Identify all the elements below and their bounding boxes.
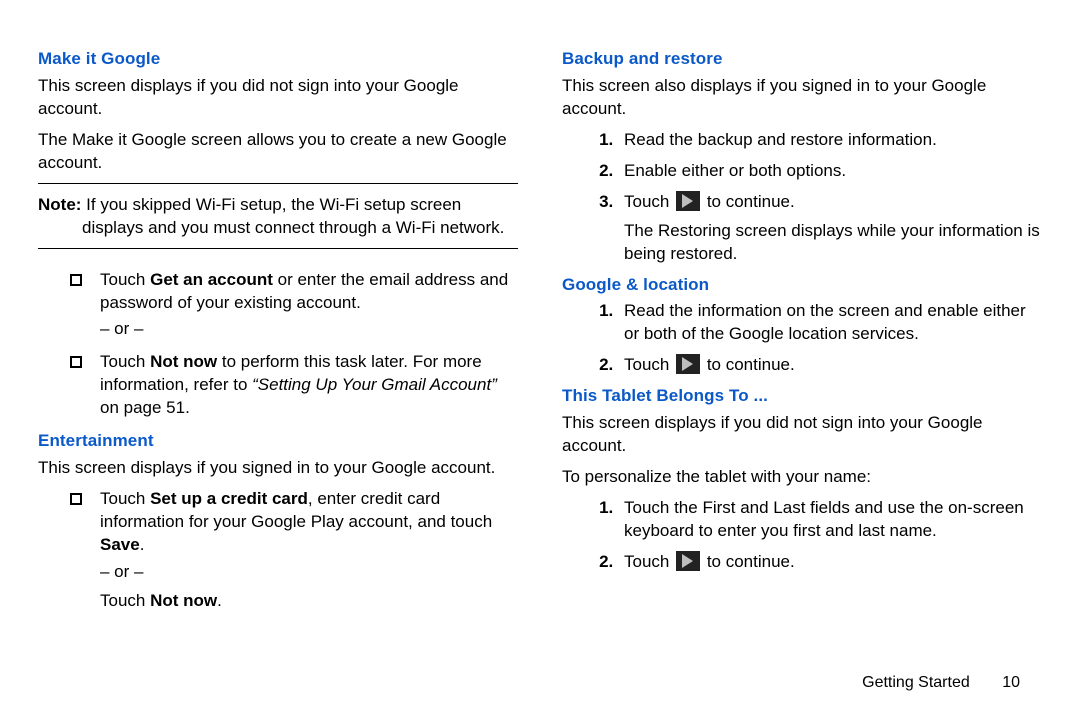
text-run: on page 51.: [100, 398, 190, 417]
numbered-list: Read the information on the screen and e…: [562, 300, 1042, 377]
paragraph-text: The Make it Google screen allows you to …: [38, 129, 518, 175]
list-item: Touch to continue.: [618, 551, 1042, 574]
italic-reference: “Setting Up Your Gmail Account”: [252, 375, 497, 394]
list-item: Touch the First and Last fields and use …: [618, 497, 1042, 543]
list-item: Touch Not now to perform this task later…: [94, 351, 518, 420]
paragraph-text: To personalize the tablet with your name…: [562, 466, 1042, 489]
paragraph-text: This screen displays if you did not sign…: [38, 75, 518, 121]
text-run: .: [217, 591, 222, 610]
note-block: Note: If you skipped Wi-Fi setup, the Wi…: [38, 194, 518, 240]
footer-section-name: Getting Started: [862, 674, 970, 691]
text-run: Touch: [624, 192, 674, 211]
right-column: Backup and restore This screen also disp…: [562, 40, 1042, 668]
text-run: to continue.: [702, 192, 795, 211]
note-label: Note:: [38, 195, 81, 214]
text-run: Touch: [624, 552, 674, 571]
paragraph-text: The Restoring screen displays while your…: [624, 220, 1042, 266]
heading-google-location: Google & location: [562, 274, 1042, 297]
text-run: Touch: [100, 591, 150, 610]
bold-text: Get an account: [150, 270, 273, 289]
list-item: Touch to continue. The Restoring screen …: [618, 191, 1042, 266]
divider: [38, 248, 518, 249]
bullet-list: Touch Set up a credit card, enter credit…: [38, 488, 518, 613]
paragraph-text: This screen displays if you signed in to…: [38, 457, 518, 480]
note-text: displays and you must connect through a …: [82, 217, 518, 240]
text-run: to continue.: [702, 552, 795, 571]
next-arrow-icon: [676, 191, 700, 211]
or-separator: – or –: [100, 318, 518, 341]
bullet-list: Touch Get an account or enter the email …: [38, 269, 518, 421]
list-item: Touch to continue.: [618, 354, 1042, 377]
bold-text: Set up a credit card: [150, 489, 308, 508]
divider: [38, 183, 518, 184]
text-run: to continue.: [702, 355, 795, 374]
heading-backup-restore: Backup and restore: [562, 48, 1042, 71]
note-text: If you skipped Wi-Fi setup, the Wi-Fi se…: [81, 195, 461, 214]
paragraph-text: This screen also displays if you signed …: [562, 75, 1042, 121]
numbered-list: Read the backup and restore information.…: [562, 129, 1042, 266]
bold-text: Not now: [150, 352, 217, 371]
text-run: Touch: [100, 352, 150, 371]
left-column: Make it Google This screen displays if y…: [38, 40, 518, 668]
list-item: Read the backup and restore information.: [618, 129, 1042, 152]
list-item: Read the information on the screen and e…: [618, 300, 1042, 346]
manual-page: Make it Google This screen displays if y…: [0, 0, 1080, 688]
next-arrow-icon: [676, 354, 700, 374]
heading-entertainment: Entertainment: [38, 430, 518, 453]
text-run: .: [140, 535, 145, 554]
list-item: Touch Set up a credit card, enter credit…: [94, 488, 518, 613]
sub-line: Touch Not now.: [100, 590, 518, 613]
heading-make-it-google: Make it Google: [38, 48, 518, 71]
numbered-list: Touch the First and Last fields and use …: [562, 497, 1042, 574]
text-run: Touch: [100, 489, 150, 508]
or-separator: – or –: [100, 561, 518, 584]
next-arrow-icon: [676, 551, 700, 571]
page-footer: Getting Started 10: [862, 672, 1020, 694]
list-item: Enable either or both options.: [618, 160, 1042, 183]
text-run: Touch: [624, 355, 674, 374]
paragraph-text: This screen displays if you did not sign…: [562, 412, 1042, 458]
bold-text: Save: [100, 535, 140, 554]
list-item: Touch Get an account or enter the email …: [94, 269, 518, 342]
bold-text: Not now: [150, 591, 217, 610]
text-run: Touch: [100, 270, 150, 289]
heading-tablet-belongs: This Tablet Belongs To ...: [562, 385, 1042, 408]
page-number: 10: [1002, 672, 1020, 694]
